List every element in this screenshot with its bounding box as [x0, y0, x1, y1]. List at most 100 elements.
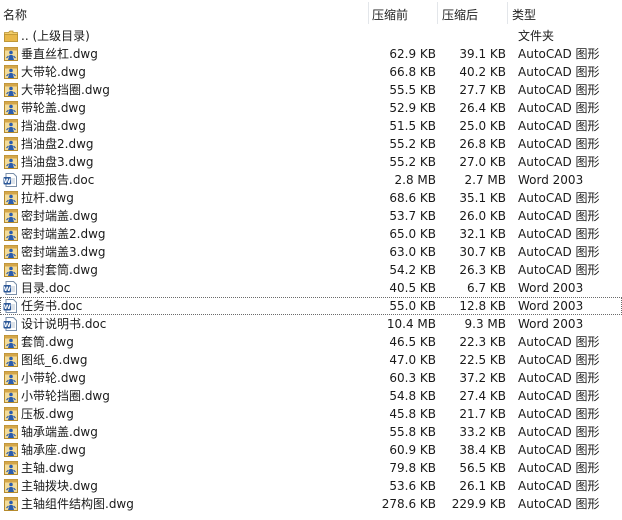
file-row[interactable]: 压板.dwg 45.8 KB 21.7 KB AutoCAD 图形	[0, 405, 622, 423]
column-divider[interactable]	[507, 2, 508, 24]
file-row[interactable]: W 开题报告.doc 2.8 MB 2.7 MB Word 2003	[0, 171, 622, 189]
file-type: AutoCAD 图形	[518, 371, 600, 385]
file-row[interactable]: 挡油盘.dwg 51.5 KB 25.0 KB AutoCAD 图形	[0, 117, 622, 135]
file-packed-size: 27.0 KB	[459, 155, 506, 169]
file-packed-size: 26.4 KB	[459, 101, 506, 115]
dwg-file-icon	[4, 479, 18, 493]
file-type: AutoCAD 图形	[518, 425, 600, 439]
file-row[interactable]: 小带轮.dwg 60.3 KB 37.2 KB AutoCAD 图形	[0, 369, 622, 387]
file-name: 挡油盘3.dwg	[21, 155, 94, 169]
svg-text:W: W	[4, 285, 11, 293]
file-type: AutoCAD 图形	[518, 353, 600, 367]
file-size: 55.8 KB	[389, 425, 436, 439]
dwg-file-icon	[4, 497, 18, 511]
word-file-icon: W	[3, 281, 17, 295]
file-packed-size: 26.1 KB	[459, 479, 506, 493]
column-size-header[interactable]: 压缩前	[372, 6, 408, 23]
file-packed-size: 9.3 MB	[464, 317, 506, 331]
file-row[interactable]: 挡油盘3.dwg 55.2 KB 27.0 KB AutoCAD 图形	[0, 153, 622, 171]
file-row[interactable]: W 目录.doc 40.5 KB 6.7 KB Word 2003	[0, 279, 622, 297]
file-type: AutoCAD 图形	[518, 119, 600, 133]
file-size: 10.4 MB	[386, 317, 436, 331]
file-packed-size: 32.1 KB	[459, 227, 506, 241]
file-name: 主轴组件结构图.dwg	[21, 497, 134, 511]
file-name: 带轮盖.dwg	[21, 101, 86, 115]
column-divider[interactable]	[368, 2, 369, 24]
file-size: 53.7 KB	[389, 209, 436, 223]
file-row[interactable]: 轴承端盖.dwg 55.8 KB 33.2 KB AutoCAD 图形	[0, 423, 622, 441]
file-row[interactable]: 大带轮挡圈.dwg 55.5 KB 27.7 KB AutoCAD 图形	[0, 81, 622, 99]
dwg-file-icon	[4, 407, 18, 421]
file-size: 53.6 KB	[389, 479, 436, 493]
file-size: 47.0 KB	[389, 353, 436, 367]
file-row[interactable]: 带轮盖.dwg 52.9 KB 26.4 KB AutoCAD 图形	[0, 99, 622, 117]
file-row[interactable]: 图纸_6.dwg 47.0 KB 22.5 KB AutoCAD 图形	[0, 351, 622, 369]
dwg-file-icon	[4, 119, 18, 133]
file-size: 63.0 KB	[389, 245, 436, 259]
file-row[interactable]: 主轴.dwg 79.8 KB 56.5 KB AutoCAD 图形	[0, 459, 622, 477]
file-size: 278.6 KB	[381, 497, 436, 511]
file-name: 挡油盘.dwg	[21, 119, 86, 133]
file-type: AutoCAD 图形	[518, 47, 600, 61]
file-name: 轴承端盖.dwg	[21, 425, 98, 439]
dwg-file-icon	[4, 425, 18, 439]
dwg-file-icon	[4, 461, 18, 475]
file-name: 密封端盖2.dwg	[21, 227, 106, 241]
file-type: AutoCAD 图形	[518, 191, 600, 205]
file-name: 大带轮.dwg	[21, 65, 86, 79]
column-name-header[interactable]: 名称	[3, 6, 27, 23]
file-row[interactable]: 密封端盖.dwg 53.7 KB 26.0 KB AutoCAD 图形	[0, 207, 622, 225]
file-packed-size: 26.3 KB	[459, 263, 506, 277]
file-size: 55.5 KB	[389, 83, 436, 97]
file-row[interactable]: 密封套筒.dwg 54.2 KB 26.3 KB AutoCAD 图形	[0, 261, 622, 279]
file-type: AutoCAD 图形	[518, 461, 600, 475]
dwg-file-icon	[4, 443, 18, 457]
file-row[interactable]: 主轴组件结构图.dwg 278.6 KB 229.9 KB AutoCAD 图形	[0, 495, 622, 513]
file-row[interactable]: 垂直丝杠.dwg 62.9 KB 39.1 KB AutoCAD 图形	[0, 45, 622, 63]
file-size: 51.5 KB	[389, 119, 436, 133]
file-type: AutoCAD 图形	[518, 479, 600, 493]
file-packed-size: 40.2 KB	[459, 65, 506, 79]
file-row[interactable]: 拉杆.dwg 68.6 KB 35.1 KB AutoCAD 图形	[0, 189, 622, 207]
file-type: AutoCAD 图形	[518, 263, 600, 277]
parent-directory-row[interactable]: .. (上级目录) 文件夹	[0, 27, 622, 45]
file-name: 图纸_6.dwg	[21, 353, 88, 367]
dwg-file-icon	[4, 209, 18, 223]
column-divider[interactable]	[437, 2, 438, 24]
file-packed-size: 27.4 KB	[459, 389, 506, 403]
folder-icon	[4, 30, 18, 42]
file-row[interactable]: 小带轮挡圈.dwg 54.8 KB 27.4 KB AutoCAD 图形	[0, 387, 622, 405]
file-row[interactable]: 密封端盖3.dwg 63.0 KB 30.7 KB AutoCAD 图形	[0, 243, 622, 261]
file-name: 密封端盖.dwg	[21, 209, 98, 223]
dwg-file-icon	[4, 245, 18, 259]
file-size: 55.0 KB	[389, 299, 436, 313]
file-row[interactable]: 大带轮.dwg 66.8 KB 40.2 KB AutoCAD 图形	[0, 63, 622, 81]
file-name: 小带轮挡圈.dwg	[21, 389, 110, 403]
file-type: Word 2003	[518, 299, 584, 313]
dwg-file-icon	[4, 83, 18, 97]
file-name: 主轴.dwg	[21, 461, 74, 475]
column-type-header[interactable]: 类型	[512, 6, 536, 23]
file-size: 46.5 KB	[389, 335, 436, 349]
file-type: AutoCAD 图形	[518, 101, 600, 115]
file-packed-size: 27.7 KB	[459, 83, 506, 97]
file-name: 大带轮挡圈.dwg	[21, 83, 110, 97]
file-row[interactable]: 轴承座.dwg 60.9 KB 38.4 KB AutoCAD 图形	[0, 441, 622, 459]
file-name: 垂直丝杠.dwg	[21, 47, 98, 61]
file-size: 52.9 KB	[389, 101, 436, 115]
file-type: Word 2003	[518, 317, 584, 331]
file-type: 文件夹	[518, 29, 555, 43]
file-type: AutoCAD 图形	[518, 407, 600, 421]
file-type: AutoCAD 图形	[518, 155, 600, 169]
file-row[interactable]: 套筒.dwg 46.5 KB 22.3 KB AutoCAD 图形	[0, 333, 622, 351]
file-packed-size: 22.5 KB	[459, 353, 506, 367]
file-row[interactable]: W 任务书.doc 55.0 KB 12.8 KB Word 2003	[0, 297, 622, 315]
file-name: 轴承座.dwg	[21, 443, 86, 457]
dwg-file-icon	[4, 263, 18, 277]
file-row[interactable]: 主轴拨块.dwg 53.6 KB 26.1 KB AutoCAD 图形	[0, 477, 622, 495]
column-packed-header[interactable]: 压缩后	[442, 6, 478, 23]
file-row[interactable]: W 设计说明书.doc 10.4 MB 9.3 MB Word 2003	[0, 315, 622, 333]
file-row[interactable]: 密封端盖2.dwg 65.0 KB 32.1 KB AutoCAD 图形	[0, 225, 622, 243]
file-row[interactable]: 挡油盘2.dwg 55.2 KB 26.8 KB AutoCAD 图形	[0, 135, 622, 153]
dwg-file-icon	[4, 155, 18, 169]
